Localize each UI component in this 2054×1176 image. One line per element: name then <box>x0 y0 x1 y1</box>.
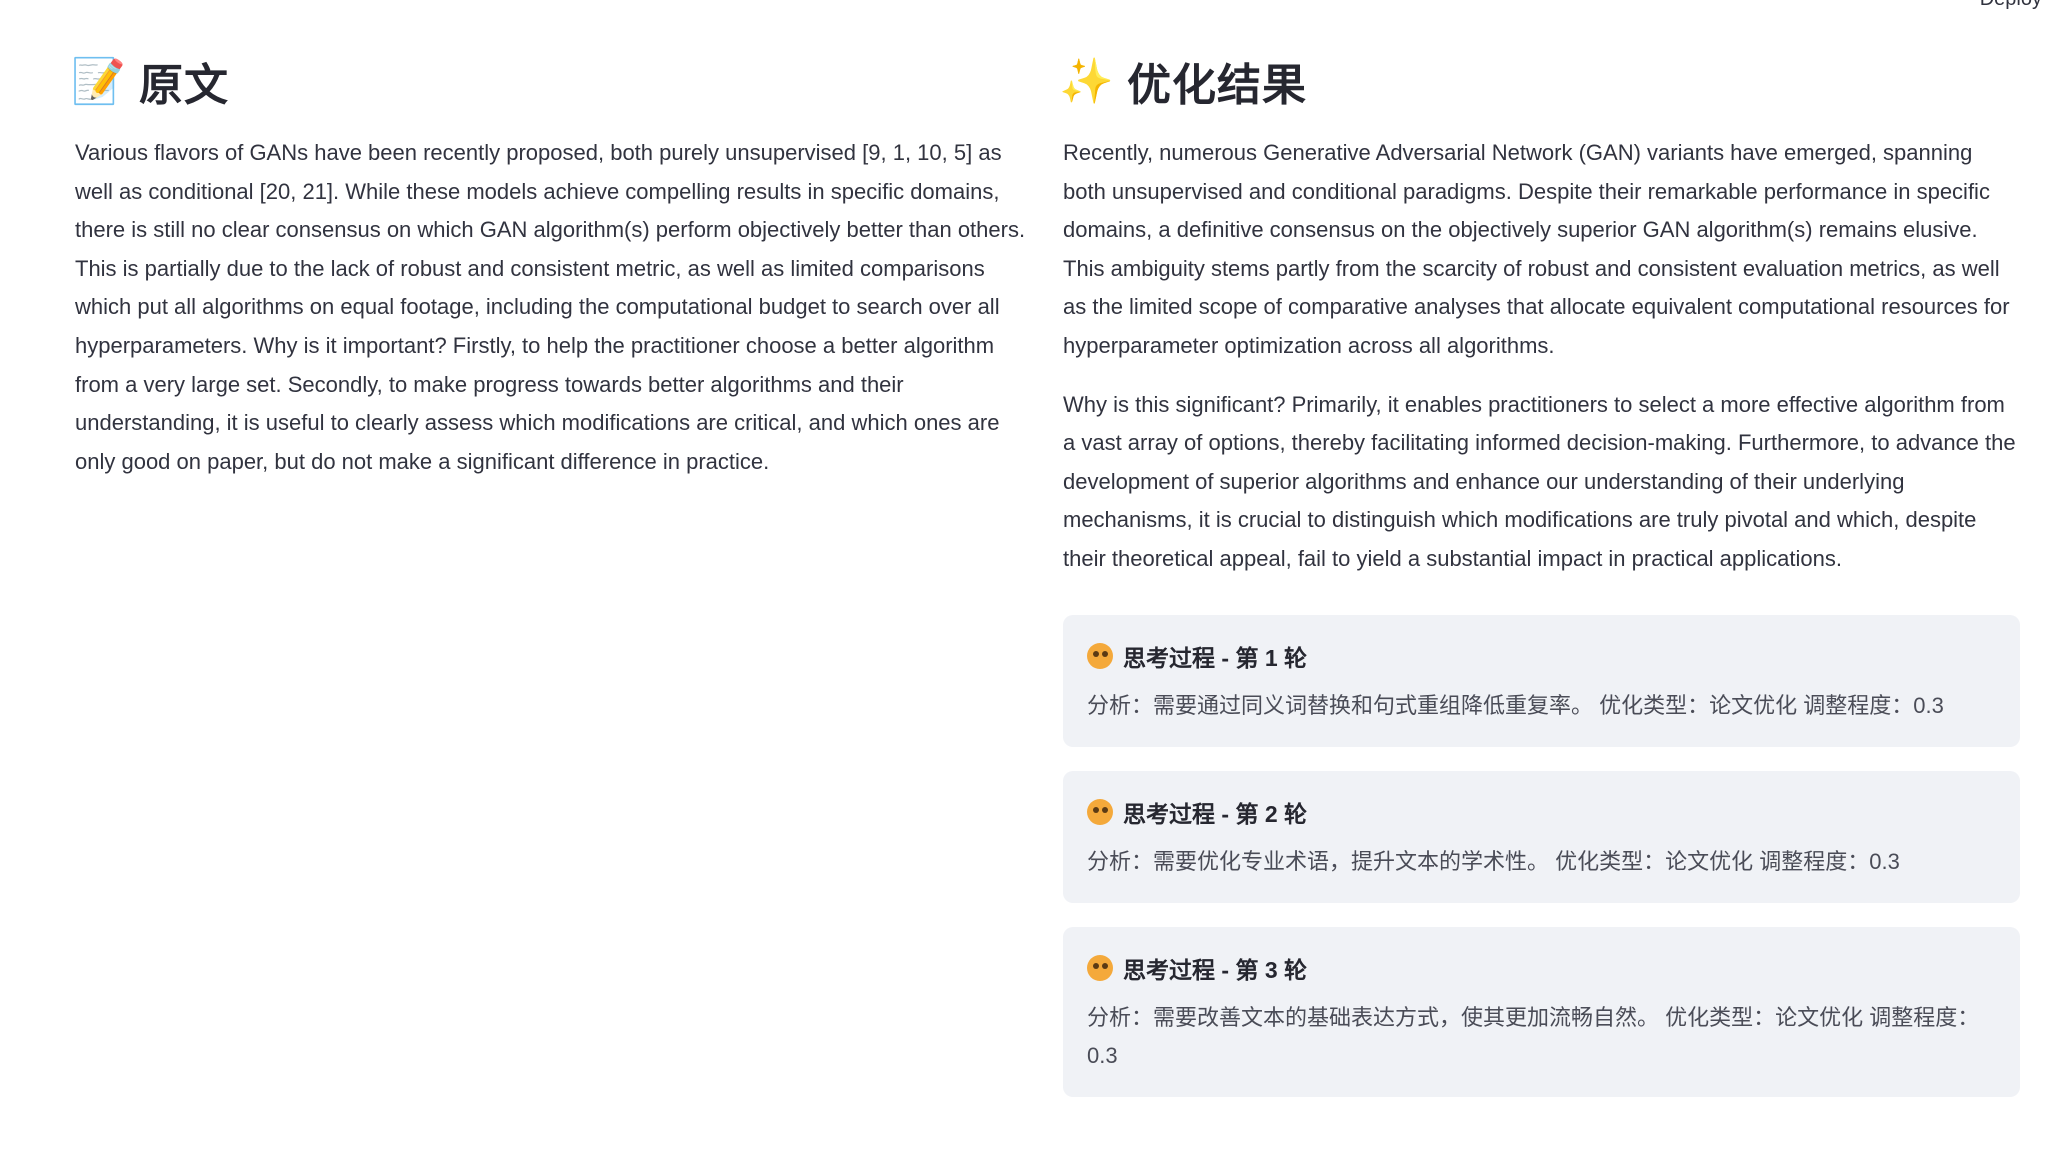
deploy-button[interactable]: Deploy <box>1980 0 2042 11</box>
thinking-text: 分析：需要改善文本的基础表达方式，使其更加流畅自然。 优化类型：论文优化 调整程… <box>1087 1004 1980 1068</box>
result-title-label: 优化结果 <box>1127 61 1307 110</box>
memo-icon: 📝 <box>71 57 127 106</box>
thinking-header: 思考过程 - 第 3 轮 <box>1087 947 1996 989</box>
thinking-process-list: 思考过程 - 第 1 轮 分析：需要通过同义词替换和句式重组降低重复率。 优化类… <box>1063 614 2020 1097</box>
optimized-text: Recently, numerous Generative Adversaria… <box>1063 134 2020 579</box>
thinking-box-round-3: 思考过程 - 第 3 轮 分析：需要改善文本的基础表达方式，使其更加流畅自然。 … <box>1063 926 2020 1097</box>
original-title-label: 原文 <box>139 61 229 110</box>
sparkles-icon: ✨ <box>1059 57 1115 106</box>
original-text: Various flavors of GANs have been recent… <box>75 134 1035 481</box>
original-text-column: 📝 原文 Various flavors of GANs have been r… <box>71 40 1035 1121</box>
optimized-paragraph-1: Recently, numerous Generative Adversaria… <box>1063 140 2010 358</box>
original-title: 📝 原文 <box>71 40 1035 122</box>
main-content: 📝 原文 Various flavors of GANs have been r… <box>71 40 2020 1121</box>
thinking-title: 思考过程 - 第 2 轮 <box>1123 800 1308 827</box>
thinking-box-round-1: 思考过程 - 第 1 轮 分析：需要通过同义词替换和句式重组降低重复率。 优化类… <box>1063 614 2020 747</box>
thinking-title: 思考过程 - 第 1 轮 <box>1123 644 1308 671</box>
result-title: ✨ 优化结果 <box>1059 40 2020 122</box>
thinking-title: 思考过程 - 第 3 轮 <box>1123 956 1308 983</box>
optimized-paragraph-2: Why is this significant? Primarily, it e… <box>1063 391 2016 571</box>
thinking-text: 分析：需要通过同义词替换和句式重组降低重复率。 优化类型：论文优化 调整程度：0… <box>1087 692 1944 718</box>
thinking-face-icon <box>1087 642 1113 669</box>
thinking-text: 分析：需要优化专业术语，提升文本的学术性。 优化类型：论文优化 调整程度：0.3 <box>1087 848 1900 874</box>
thinking-face-icon <box>1087 798 1113 825</box>
thinking-header: 思考过程 - 第 2 轮 <box>1087 791 1996 833</box>
thinking-face-icon <box>1087 954 1113 981</box>
optimized-result-column: ✨ 优化结果 Recently, numerous Generative Adv… <box>1059 40 2020 1121</box>
thinking-header: 思考过程 - 第 1 轮 <box>1087 635 1996 677</box>
thinking-box-round-2: 思考过程 - 第 2 轮 分析：需要优化专业术语，提升文本的学术性。 优化类型：… <box>1063 770 2020 903</box>
original-paragraph: Various flavors of GANs have been recent… <box>75 140 1026 474</box>
